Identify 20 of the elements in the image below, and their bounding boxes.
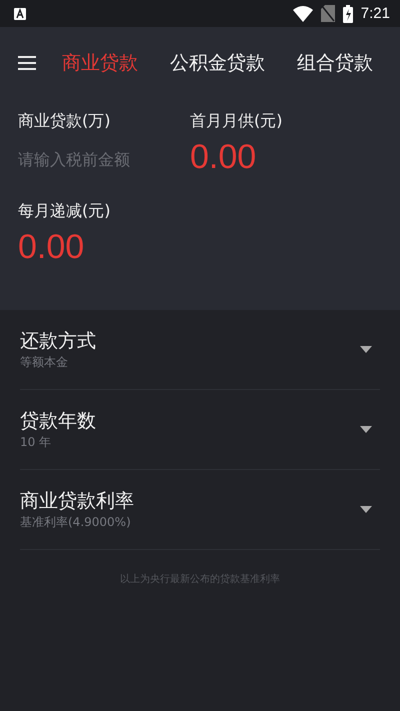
option-dropdown[interactable]: 贷款年数 10 年 xyxy=(20,390,380,470)
dropdown-caret-icon xyxy=(360,426,372,433)
menu-icon[interactable] xyxy=(18,56,36,70)
first-payment-label: 首月月供(元) xyxy=(190,111,284,132)
loan-amount-label: 商业贷款(万) xyxy=(18,111,112,132)
loan-type-tab[interactable]: 组合贷款 xyxy=(297,50,373,76)
first-payment-value: 0.00 xyxy=(190,138,258,177)
monthly-decrease-value: 0.00 xyxy=(18,228,86,267)
dropdown-caret-icon xyxy=(360,506,372,513)
loan-type-tab[interactable]: 公积金贷款 xyxy=(170,50,265,76)
option-dropdown[interactable]: 还款方式 等额本金 xyxy=(20,310,380,390)
monthly-decrease-label: 每月递减(元) xyxy=(18,201,112,222)
app-icon xyxy=(14,8,26,20)
no-sim-icon xyxy=(320,5,335,22)
wifi-icon xyxy=(292,6,313,22)
status-time: 7:21 xyxy=(360,5,390,22)
battery-charging-icon xyxy=(342,4,353,22)
option-dropdown[interactable]: 商业贷款利率 基准利率(4.9000%) xyxy=(20,470,380,550)
loan-amount-input[interactable]: 请输入税前金额 xyxy=(18,150,168,169)
dropdown-caret-icon xyxy=(360,346,372,353)
